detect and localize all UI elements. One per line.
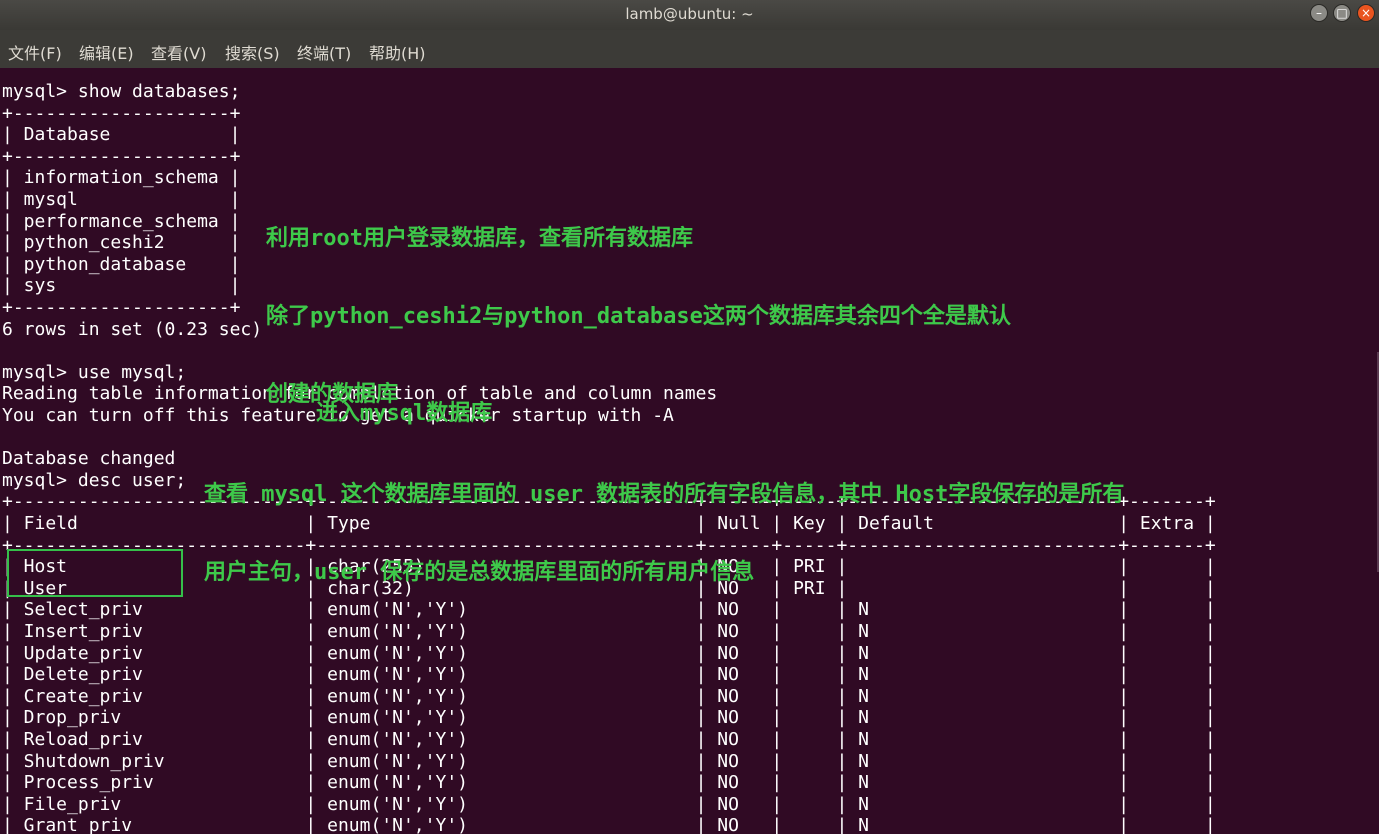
terminal-line: | Database | [2,124,241,146]
terminal-line: Database changed [2,448,176,470]
menu-help[interactable]: 帮助(H) [369,40,426,64]
highlight-box-host-user [7,549,183,597]
minimize-button[interactable]: – [1310,4,1328,22]
annotation-line: 进入mysql数据库 [316,401,493,426]
maximize-button[interactable]: □ [1333,4,1351,22]
annotation-desc-user: 查看 mysql 这个数据库里面的 user 数据表的所有字段信息，其中 Hos… [204,430,1124,612]
terminal-line: +--------------------+ [2,102,241,124]
close-button[interactable]: × [1357,4,1375,22]
terminal-line: | Process_priv | enum('N','Y') | NO | | … [2,772,1216,794]
terminal-line: | File_priv | enum('N','Y') | NO | | N |… [2,793,1216,815]
terminal-line: | python_database | [2,253,241,275]
terminal-line: | Update_priv | enum('N','Y') | NO | | N… [2,642,1216,664]
window-titlebar[interactable]: lamb@ubuntu: ~ – □ × [0,0,1379,30]
terminal-line: | sys | [2,275,241,297]
menu-search[interactable]: 搜索(S) [225,40,280,64]
terminal-line: | python_ceshi2 | [2,232,241,254]
terminal-line: +--------------------+ [2,145,241,167]
terminal-line: mysql> use mysql; [2,361,187,383]
annotation-line: 用户主句，user 保存的是总数据库里面的所有用户信息 [204,560,755,585]
terminal-line: | performance_schema | [2,210,241,232]
terminal-line: | Shutdown_priv | enum('N','Y') | NO | |… [2,750,1216,772]
close-icon: × [1360,6,1372,20]
menu-view[interactable]: 查看(V) [151,40,206,64]
terminal-line: | Create_priv | enum('N','Y') | NO | | N… [2,685,1216,707]
terminal-line: | information_schema | [2,167,241,189]
maximize-icon: □ [1336,6,1348,20]
annotation-line: 利用root用户登录数据库，查看所有数据库 [266,226,693,251]
minimize-icon: – [1316,6,1322,20]
terminal-line: mysql> show databases; [2,81,241,102]
annotation-line: 查看 mysql 这个数据库里面的 user 数据表的所有字段信息，其中 Hos… [204,482,1125,507]
menu-file[interactable]: 文件(F) [8,40,62,64]
terminal-line: +--------------------+ [2,297,241,318]
terminal-line: mysql> desc user; [2,469,187,491]
terminal-line: | Delete_priv | enum('N','Y') | NO | | N… [2,664,1216,686]
window-title: lamb@ubuntu: ~ [625,5,754,23]
menu-edit[interactable]: 编辑(E) [79,40,134,64]
menu-terminal[interactable]: 终端(T) [297,40,351,64]
menubar: 文件(F) 编辑(E) 查看(V) 搜索(S) 终端(T) 帮助(H) [0,30,1379,68]
terminal-line: | Drop_priv | enum('N','Y') | NO | | N |… [2,707,1216,729]
terminal-line: | Reload_priv | enum('N','Y') | NO | | N… [2,729,1216,750]
terminal-line: | Grant_priv | enum('N','Y') | NO | | N … [2,815,1216,834]
terminal-line: 6 rows in set (0.23 sec) [2,318,263,340]
terminal-line: | mysql | [2,189,241,210]
annotation-line: 除了python_ceshi2与python_database这两个数据库其余四… [266,304,1011,329]
terminal-line: | Insert_priv | enum('N','Y') | NO | | N… [2,621,1216,642]
